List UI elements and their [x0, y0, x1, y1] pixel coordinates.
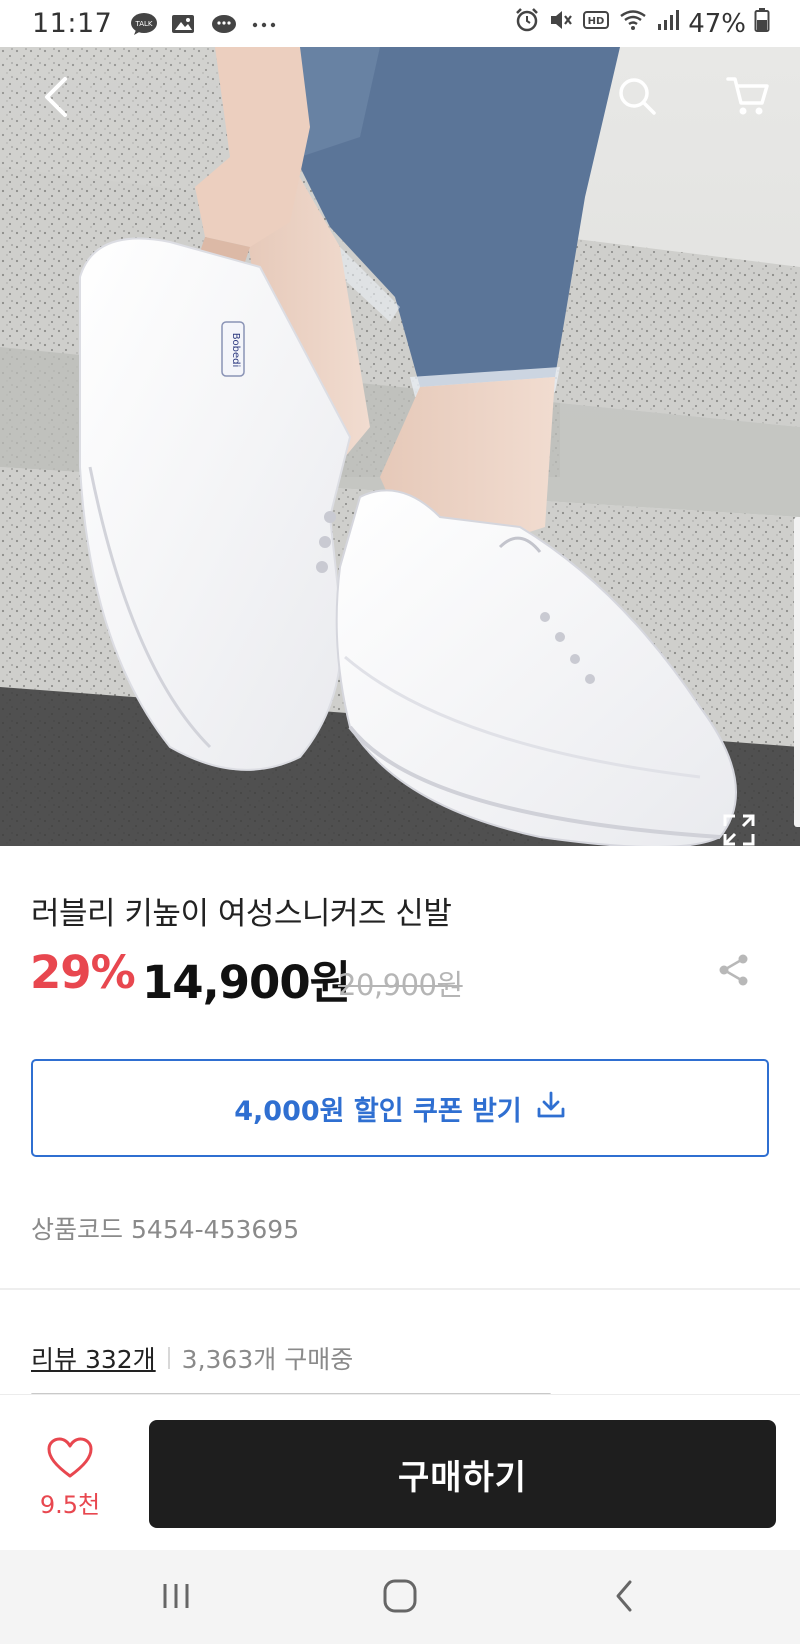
bottom-action-bar: 9.5천 구매하기: [0, 1394, 800, 1550]
like-button[interactable]: 9.5천: [36, 1437, 104, 1519]
price-row: 29% 14,900원 20,900원: [30, 946, 770, 1009]
status-left: 11:17 TALK: [32, 8, 278, 39]
status-bar: 11:17 TALK HD 47%: [0, 0, 800, 47]
product-image[interactable]: Bobedi: [0, 47, 800, 846]
shoe-tag-text: Bobedi: [230, 333, 241, 368]
sale-price: 14,900원: [142, 956, 351, 1009]
coupon-button[interactable]: 4,000원 할인 쿠폰 받기: [31, 1059, 769, 1157]
signal-icon: [656, 8, 680, 39]
search-button[interactable]: [612, 73, 662, 123]
product-code-label: 상품코드: [31, 1215, 124, 1244]
review-summary: 리뷰 332개 3,363개 구매중: [31, 1340, 353, 1376]
talk-icon: TALK: [130, 12, 158, 36]
product-code: 상품코드 5454-453695: [31, 1210, 307, 1246]
expand-image-button[interactable]: [716, 809, 762, 846]
original-price: 20,900원: [338, 968, 463, 1002]
download-icon: [536, 1090, 566, 1127]
alarm-icon: [514, 7, 540, 40]
wifi-icon: [618, 7, 648, 40]
buying-count: 3,363개 구매중: [181, 1345, 354, 1374]
heart-icon: [47, 1437, 93, 1483]
section-divider: [0, 1288, 800, 1290]
battery-icon: [754, 7, 770, 40]
back-button[interactable]: [30, 71, 80, 127]
status-time: 11:17: [32, 8, 113, 39]
share-button[interactable]: [716, 952, 756, 992]
discount-rate: 29%: [30, 946, 136, 999]
search-icon: [616, 75, 658, 121]
coupon-label: 4,000원 할인 쿠폰 받기: [234, 1095, 522, 1127]
review-separator: [167, 1347, 170, 1369]
product-photo: Bobedi: [0, 47, 800, 846]
product-title: 러블리 키높이 여성스니커즈 신발: [31, 896, 452, 932]
buy-button[interactable]: 구매하기: [149, 1420, 776, 1528]
home-icon: [382, 1578, 418, 1618]
battery-percent: 47%: [688, 8, 746, 39]
review-link[interactable]: 리뷰 332개: [31, 1340, 156, 1376]
status-right: HD 47%: [514, 7, 770, 40]
cart-icon: [726, 75, 770, 121]
hd-icon: HD: [582, 8, 610, 39]
chat-icon: [210, 12, 238, 36]
system-back-button[interactable]: [594, 1574, 654, 1622]
recents-icon: [159, 1581, 193, 1615]
system-nav-bar: [0, 1550, 800, 1644]
back-arrow-icon: [41, 75, 69, 123]
expand-icon: [722, 813, 756, 846]
more-dots-icon: [250, 12, 278, 36]
recents-button[interactable]: [146, 1574, 206, 1622]
mute-icon: [548, 7, 574, 40]
share-icon: [719, 954, 748, 986]
back-chevron-icon: [613, 1579, 635, 1617]
home-button[interactable]: [370, 1574, 430, 1622]
product-code-value: 5454-453695: [131, 1215, 300, 1244]
svg-text:HD: HD: [588, 16, 605, 27]
svg-text:TALK: TALK: [135, 20, 153, 28]
image-icon: [170, 12, 198, 36]
product-detail-screen: 11:17 TALK HD 47% Bobedi 러블리 키높이 여성스니커즈 …: [0, 0, 800, 1644]
image-scroll-indicator: [794, 517, 800, 827]
like-count: 9.5천: [39, 1491, 101, 1519]
cart-button[interactable]: [722, 73, 774, 123]
